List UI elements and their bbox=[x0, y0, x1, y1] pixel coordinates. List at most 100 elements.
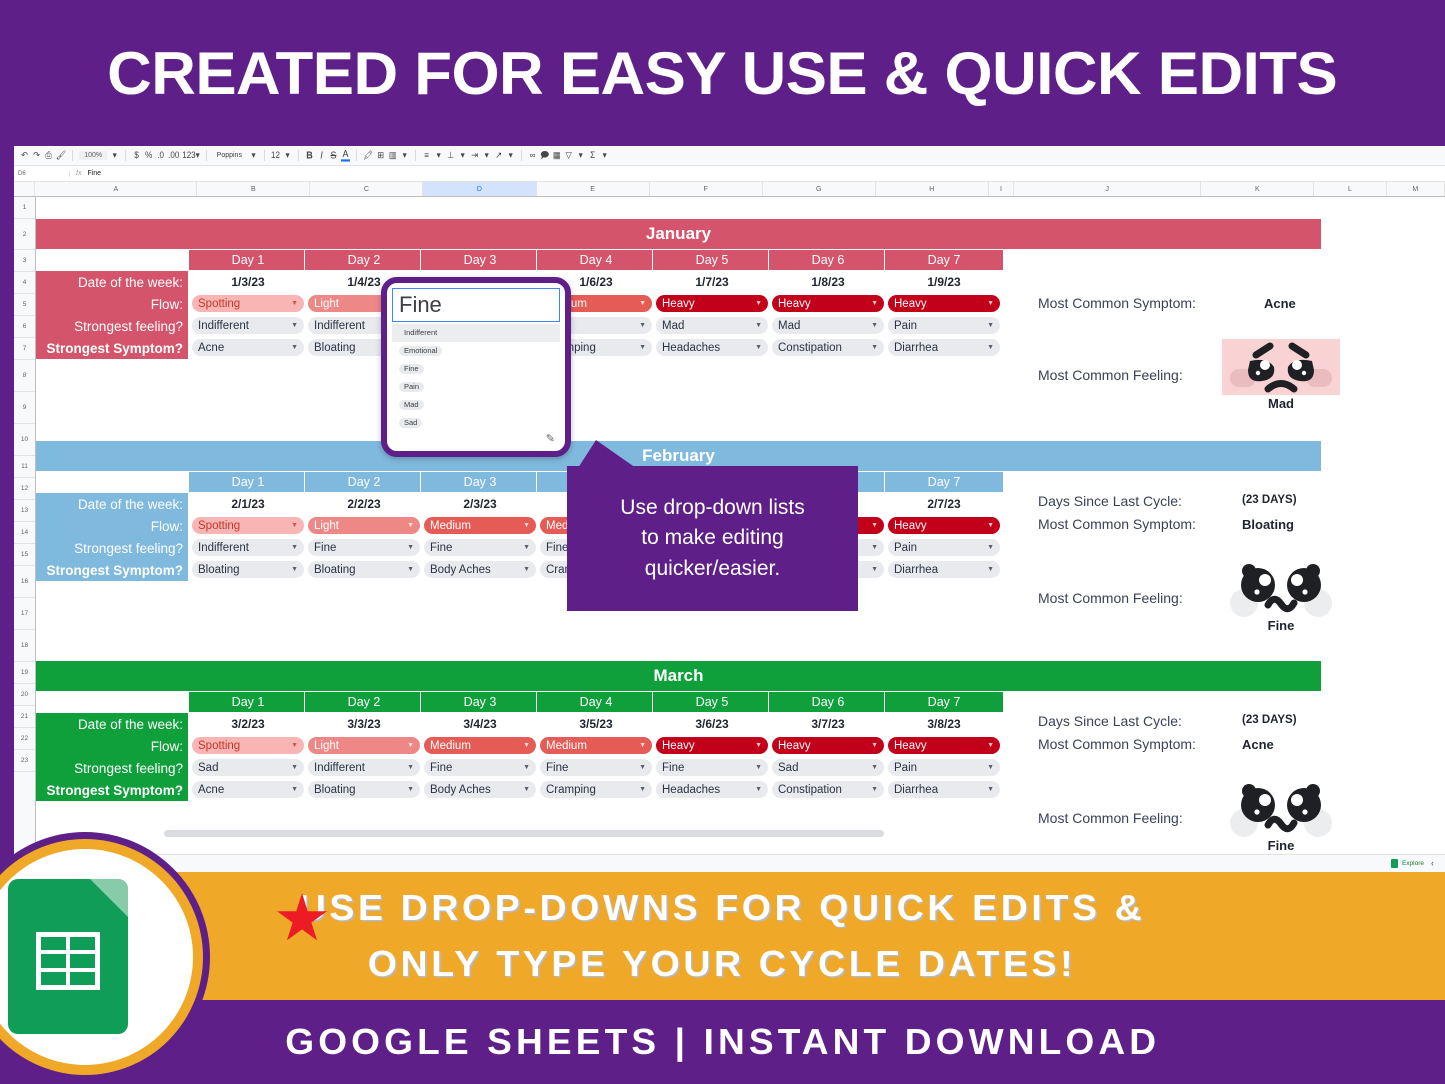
symptom-dropdown[interactable]: Cramping ▼ bbox=[540, 781, 652, 798]
flow-dropdown[interactable]: Spotting ▼ bbox=[192, 295, 304, 312]
date-cell[interactable]: 2/3/23 bbox=[420, 493, 540, 515]
explore-button[interactable]: Explore bbox=[1402, 860, 1424, 867]
currency-icon[interactable]: $ bbox=[132, 151, 141, 160]
symptom-dropdown[interactable]: Acne ▼ bbox=[192, 781, 304, 798]
chevron-down-icon[interactable]: ▾ bbox=[283, 151, 292, 160]
chevron-down-icon[interactable]: ▾ bbox=[249, 151, 258, 160]
text-wrap-icon[interactable]: ⇥ bbox=[470, 151, 479, 160]
redo-icon[interactable]: ↷ bbox=[32, 151, 41, 160]
feeling-dropdown[interactable]: Sad ▼ bbox=[192, 759, 304, 776]
feeling-dropdown[interactable]: Indifferent ▼ bbox=[192, 539, 304, 556]
row-header-2[interactable]: 2 bbox=[14, 219, 35, 250]
date-cell[interactable]: 3/2/23 bbox=[188, 713, 308, 735]
flow-dropdown[interactable]: Heavy ▼ bbox=[656, 295, 768, 312]
date-cell[interactable]: 3/8/23 bbox=[884, 713, 1004, 735]
row-header-8[interactable]: 8 bbox=[14, 360, 35, 392]
flow-dropdown[interactable]: Medium ▼ bbox=[424, 517, 536, 534]
date-cell[interactable]: 3/5/23 bbox=[536, 713, 656, 735]
dropdown-option-fine[interactable]: Fine bbox=[392, 360, 560, 378]
text-color-icon[interactable]: A bbox=[340, 149, 350, 162]
chevron-down-icon[interactable]: ▾ bbox=[600, 151, 609, 160]
dropdown-option-mad[interactable]: Mad bbox=[392, 396, 560, 414]
flow-dropdown[interactable]: Spotting ▼ bbox=[192, 737, 304, 754]
symptom-dropdown[interactable]: Diarrhea ▼ bbox=[888, 781, 1000, 798]
bold-icon[interactable]: B bbox=[305, 150, 314, 161]
flow-dropdown[interactable]: Medium ▼ bbox=[424, 737, 536, 754]
feeling-dropdown[interactable]: Fine ▼ bbox=[540, 759, 652, 776]
column-header-j[interactable]: J bbox=[1014, 182, 1202, 196]
symptom-dropdown[interactable]: Body Aches ▼ bbox=[424, 561, 536, 578]
symptom-dropdown[interactable]: Body Aches ▼ bbox=[424, 781, 536, 798]
date-cell[interactable]: 1/3/23 bbox=[188, 271, 308, 293]
feeling-dropdown[interactable]: Pain ▼ bbox=[888, 539, 1000, 556]
number-format-icon[interactable]: 123▾ bbox=[182, 151, 199, 160]
symptom-dropdown[interactable]: Diarrhea ▼ bbox=[888, 561, 1000, 578]
column-header-k[interactable]: K bbox=[1201, 182, 1315, 196]
feeling-dropdown[interactable]: Mad ▼ bbox=[656, 317, 768, 334]
formula-input[interactable]: Fine bbox=[87, 170, 101, 177]
insert-comment-icon[interactable]: 🗩 bbox=[540, 151, 549, 160]
chevron-down-icon[interactable]: ▾ bbox=[434, 151, 443, 160]
row-header-9[interactable]: 9 bbox=[14, 392, 35, 424]
insert-link-icon[interactable]: ∞ bbox=[528, 151, 537, 160]
filter-icon[interactable]: ▽ bbox=[564, 151, 573, 160]
date-cell[interactable]: 3/3/23 bbox=[304, 713, 424, 735]
horizontal-scrollbar[interactable] bbox=[164, 830, 884, 837]
strikethrough-icon[interactable]: S bbox=[329, 150, 338, 161]
row-header-3[interactable]: 3 bbox=[14, 250, 35, 272]
chevron-down-icon[interactable]: ▾ bbox=[482, 151, 491, 160]
decimal-decrease-icon[interactable]: .0 bbox=[156, 151, 165, 160]
feeling-dropdown[interactable]: Fine ▼ bbox=[308, 539, 420, 556]
pencil-icon[interactable]: ✎ bbox=[546, 432, 555, 445]
column-header-i[interactable]: I bbox=[989, 182, 1015, 196]
borders-icon[interactable]: ⊞ bbox=[376, 151, 385, 160]
fill-color-icon[interactable]: 🖍 bbox=[363, 151, 373, 160]
flow-dropdown[interactable]: Heavy ▼ bbox=[888, 517, 1000, 534]
feeling-dropdown[interactable]: Sad ▼ bbox=[772, 759, 884, 776]
dropdown-option-sad[interactable]: Sad bbox=[392, 414, 560, 432]
row-header-16[interactable]: 16 bbox=[14, 566, 35, 598]
select-all-corner[interactable] bbox=[14, 182, 36, 196]
feeling-dropdown[interactable]: Fine ▼ bbox=[424, 539, 536, 556]
symptom-dropdown[interactable]: Bloating ▼ bbox=[308, 561, 420, 578]
date-cell[interactable]: 3/6/23 bbox=[652, 713, 772, 735]
row-header-19[interactable]: 19 bbox=[14, 662, 35, 684]
symptom-dropdown[interactable]: Diarrhea ▼ bbox=[888, 339, 1000, 356]
merge-cells-icon[interactable]: ▥ bbox=[388, 151, 397, 160]
date-cell[interactable]: 2/2/23 bbox=[304, 493, 424, 515]
row-header-5[interactable]: 5 bbox=[14, 294, 35, 316]
row-header-20[interactable]: 20 bbox=[14, 684, 35, 706]
symptom-dropdown[interactable]: Bloating ▼ bbox=[192, 561, 304, 578]
flow-dropdown[interactable]: Medium ▼ bbox=[540, 737, 652, 754]
row-header-12[interactable]: 12 bbox=[14, 478, 35, 500]
flow-dropdown[interactable]: Heavy ▼ bbox=[888, 295, 1000, 312]
chevron-down-icon[interactable]: ▾ bbox=[458, 151, 467, 160]
dropdown-search-input[interactable]: Fine bbox=[392, 288, 560, 322]
column-header-e[interactable]: E bbox=[537, 182, 650, 196]
row-header-7[interactable]: 7 bbox=[14, 338, 35, 360]
feeling-dropdown[interactable]: Indifferent ▼ bbox=[192, 317, 304, 334]
symptom-dropdown[interactable]: Acne ▼ bbox=[192, 339, 304, 356]
chevron-down-icon[interactable]: ▾ bbox=[576, 151, 585, 160]
zoom-select[interactable]: 100% bbox=[79, 151, 108, 160]
row-header-6[interactable]: 6 bbox=[14, 316, 35, 338]
row-header-14[interactable]: 14 bbox=[14, 522, 35, 544]
column-header-g[interactable]: G bbox=[763, 182, 876, 196]
date-cell[interactable]: 2/1/23 bbox=[188, 493, 308, 515]
row-header-23[interactable]: 23 bbox=[14, 750, 35, 772]
chevron-down-icon[interactable]: ▾ bbox=[506, 151, 515, 160]
flow-dropdown[interactable]: Heavy ▼ bbox=[772, 737, 884, 754]
row-header-15[interactable]: 15 bbox=[14, 544, 35, 566]
feeling-dropdown[interactable]: Pain ▼ bbox=[888, 317, 1000, 334]
row-header-22[interactable]: 22 bbox=[14, 728, 35, 750]
chevron-down-icon[interactable]: ▾ bbox=[400, 151, 409, 160]
row-header-1[interactable]: 1 bbox=[14, 197, 35, 219]
row-header-10[interactable]: 10 bbox=[14, 424, 35, 456]
column-header-f[interactable]: F bbox=[650, 182, 763, 196]
percent-icon[interactable]: % bbox=[144, 151, 153, 160]
feeling-dropdown[interactable]: Indifferent ▼ bbox=[308, 759, 420, 776]
column-header-m[interactable]: M bbox=[1387, 182, 1445, 196]
italic-icon[interactable]: I bbox=[317, 150, 326, 161]
flow-dropdown[interactable]: Spotting ▼ bbox=[192, 517, 304, 534]
horizontal-align-icon[interactable]: ≡ bbox=[422, 151, 431, 160]
